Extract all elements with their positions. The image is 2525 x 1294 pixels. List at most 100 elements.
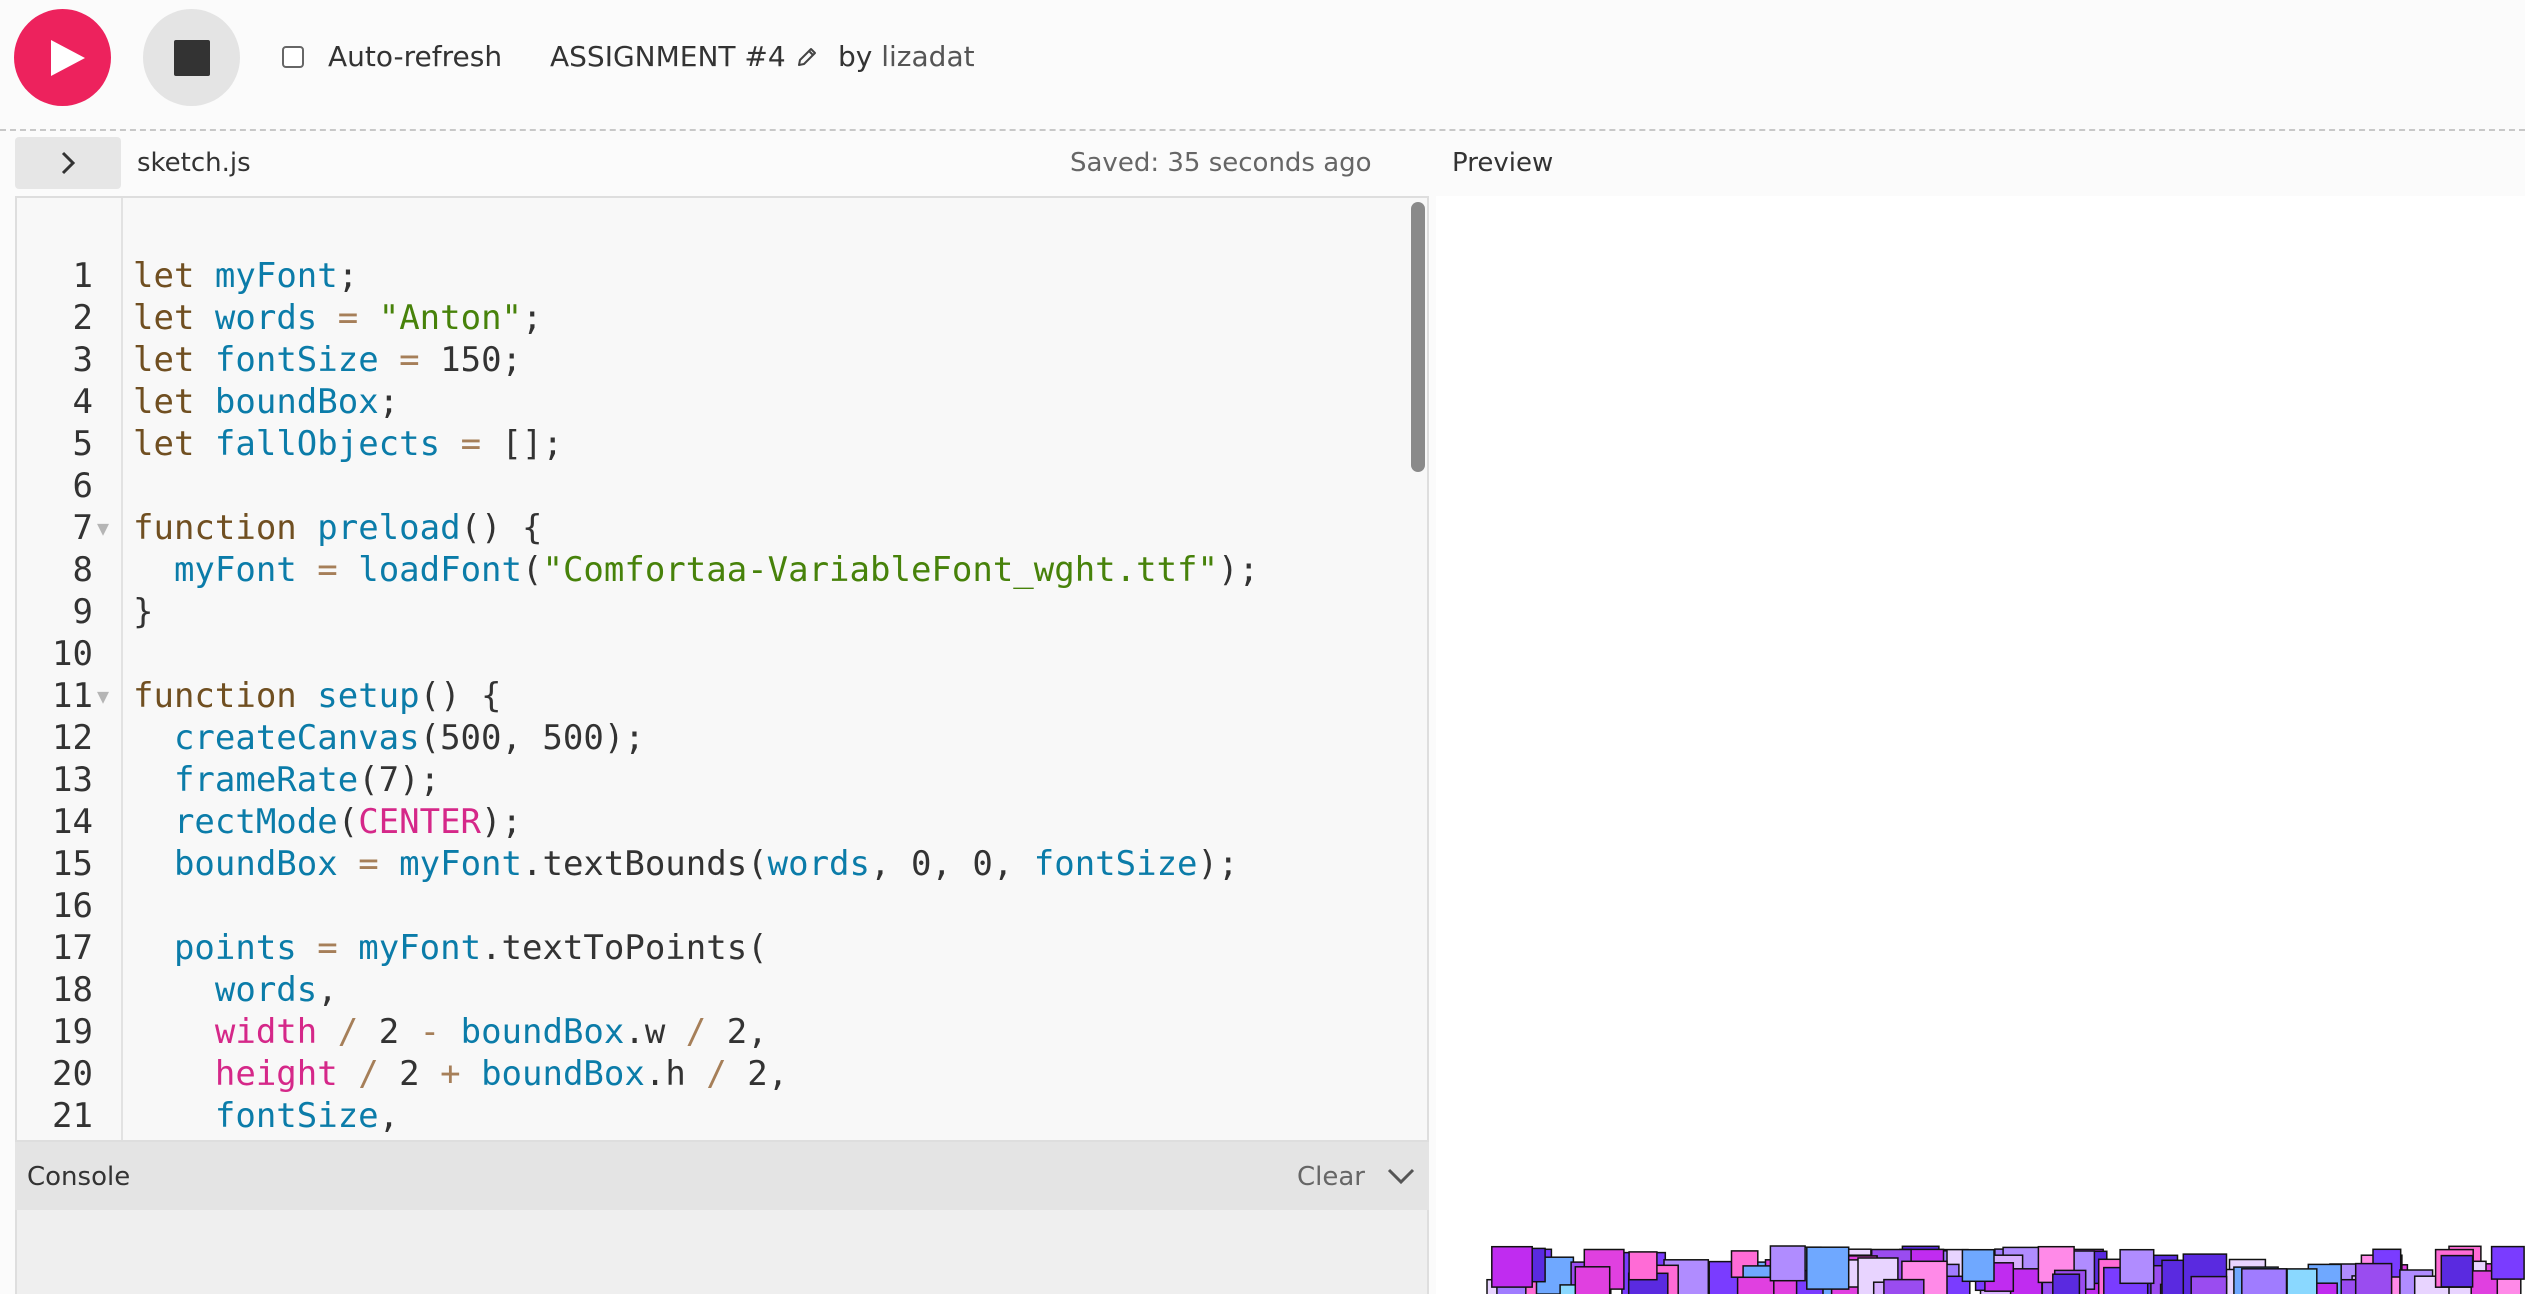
falling-square xyxy=(2190,1275,2228,1294)
code-line: 7 ▼ function preload() { xyxy=(17,507,1427,549)
code-token: = xyxy=(399,340,420,380)
code-token: ( xyxy=(522,550,543,590)
line-number: 10 xyxy=(52,634,93,674)
pencil-icon[interactable] xyxy=(796,46,818,68)
line-number: 6 xyxy=(72,466,93,506)
line-number: 7 xyxy=(72,508,93,548)
line-number: 20 xyxy=(52,1054,93,1094)
falling-square xyxy=(1961,1248,1995,1283)
code-token: / xyxy=(706,1054,727,1094)
code-token: () { xyxy=(460,508,543,548)
stop-icon xyxy=(173,39,210,76)
code-token: let xyxy=(133,340,195,380)
code-token: 2 xyxy=(358,1012,420,1052)
code-token: words xyxy=(767,844,870,884)
code-token: function xyxy=(133,676,297,716)
falling-square xyxy=(2009,1268,2043,1294)
falling-square xyxy=(1883,1278,1925,1294)
code-text: let boundBox; xyxy=(133,381,399,423)
fold-arrow-icon[interactable]: ▼ xyxy=(97,675,109,717)
code-line: 16 xyxy=(17,885,1427,927)
code-token: .textToPoints( xyxy=(481,928,768,968)
saved-status: Saved: 35 seconds ago xyxy=(1070,148,1372,178)
code-token: ( xyxy=(337,802,359,842)
chevron-down-icon[interactable] xyxy=(1386,1164,1416,1188)
code-token: preload xyxy=(317,508,461,548)
code-line: 10 xyxy=(17,633,1427,675)
stop-button[interactable] xyxy=(143,9,240,106)
owner-prefix: by xyxy=(838,40,873,73)
code-token: (7); xyxy=(358,760,441,800)
owner-link[interactable]: lizadat xyxy=(881,40,974,73)
auto-refresh-toggle[interactable]: Auto-refresh xyxy=(282,40,502,73)
code-line: 3 let fontSize = 150; xyxy=(17,339,1427,381)
line-number: 8 xyxy=(72,550,93,590)
code-line: 21 fontSize, xyxy=(17,1095,1427,1137)
project-owner: by lizadat xyxy=(838,40,975,73)
code-line: 18 words, xyxy=(17,969,1427,1011)
preview-label: Preview xyxy=(1452,148,1554,178)
code-token: myFont xyxy=(173,550,297,590)
code-token: let xyxy=(133,298,195,338)
code-token: CENTER xyxy=(358,802,482,842)
line-number: 17 xyxy=(52,928,93,968)
code-text: height / 2 + boundBox.h / 2, xyxy=(133,1053,788,1095)
code-token: myFont xyxy=(214,256,338,296)
project-name[interactable]: ASSIGNMENT #4 xyxy=(550,40,818,73)
code-text: createCanvas(500, 500); xyxy=(133,717,645,759)
code-token: height xyxy=(214,1054,338,1094)
line-number: 4 xyxy=(72,382,93,422)
console-clear-button[interactable]: Clear xyxy=(1297,1162,1365,1192)
code-token: points xyxy=(173,928,297,968)
code-token: = xyxy=(317,550,338,590)
code-line: 20 height / 2 + boundBox.h / 2, xyxy=(17,1053,1427,1095)
sidebar-toggle-button[interactable] xyxy=(15,137,121,189)
line-number: 11 xyxy=(52,676,93,716)
code-token: boundBox xyxy=(481,1054,645,1094)
toolbar-divider xyxy=(0,129,2525,131)
auto-refresh-checkbox[interactable] xyxy=(282,45,304,68)
code-token: ); xyxy=(1197,844,1239,884)
code-token: .w xyxy=(624,1012,686,1052)
code-token: / xyxy=(358,1054,379,1094)
line-number: 12 xyxy=(52,718,93,758)
toolbar: Auto-refresh ASSIGNMENT #4 by lizadat xyxy=(0,0,2525,128)
code-line: 14 rectMode(CENTER); xyxy=(17,801,1427,843)
code-text: frameRate(7); xyxy=(133,759,440,801)
code-token: createCanvas xyxy=(173,718,420,758)
code-token: fontSize xyxy=(214,1096,379,1136)
code-editor[interactable]: 1 let myFont; 2 let words = "Anton"; 3 let fo… xyxy=(15,196,1429,1142)
code-text: let words = "Anton"; xyxy=(133,297,543,339)
code-token: frameRate xyxy=(173,760,359,800)
code-token: 2, xyxy=(726,1054,789,1094)
fold-arrow-icon[interactable]: ▼ xyxy=(97,507,109,549)
line-number: 5 xyxy=(72,424,93,464)
line-number: 19 xyxy=(52,1012,93,1052)
code-line: 4 let boundBox; xyxy=(17,381,1427,423)
code-token: myFont xyxy=(399,844,522,884)
code-token: () { xyxy=(419,676,502,716)
code-line: 6 xyxy=(17,465,1427,507)
code-token: words xyxy=(214,970,318,1010)
code-line: 9} xyxy=(17,591,1427,633)
console-output xyxy=(15,1210,1429,1294)
line-number: 3 xyxy=(72,340,93,380)
code-token: - xyxy=(419,1012,441,1052)
code-token: , xyxy=(317,970,338,1010)
code-token: "Anton" xyxy=(378,298,523,338)
play-button[interactable] xyxy=(14,9,111,106)
code-text: width / 2 - boundBox.w / 2, xyxy=(133,1011,768,1053)
editor-scrollbar[interactable] xyxy=(1411,202,1425,472)
